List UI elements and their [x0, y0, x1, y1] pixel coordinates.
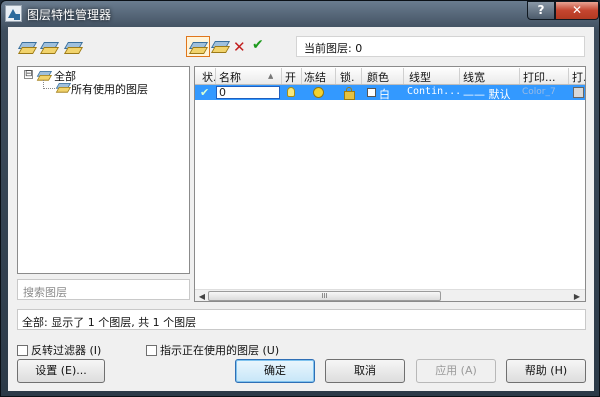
- new-layer-button[interactable]: [186, 36, 210, 57]
- dialog-client: ✕ ✔ 当前图层: 0 ⊟ 全部 所有使用的图层 搜索图层 状. 名称 ▲ 开 …: [8, 27, 594, 391]
- unlocked-icon[interactable]: [344, 87, 355, 100]
- col-color[interactable]: 颜色: [367, 69, 389, 85]
- current-layer-check-icon: ✔: [200, 86, 210, 99]
- apply-button[interactable]: 应用 (A): [416, 359, 496, 383]
- bulb-on-icon[interactable]: [287, 87, 295, 97]
- filter-tree[interactable]: ⊟ 全部 所有使用的图层: [17, 66, 190, 274]
- search-layers-input[interactable]: 搜索图层: [17, 279, 190, 300]
- title-bar[interactable]: 图层特性管理器 ? ✕: [1, 1, 600, 27]
- layer-plot-style: Color_7: [522, 87, 556, 97]
- close-button[interactable]: ✕: [555, 1, 599, 20]
- thawed-sun-icon[interactable]: [313, 87, 324, 98]
- col-linetype[interactable]: 线型: [409, 69, 431, 85]
- layer-grid[interactable]: 状. 名称 ▲ 开 冻结 锁. 颜色 线型 线宽 打印... 打. ✔ 0 白 …: [194, 66, 586, 302]
- help-title-button[interactable]: ?: [527, 1, 555, 20]
- col-lineweight[interactable]: 线宽: [463, 69, 485, 85]
- cancel-button[interactable]: 取消: [325, 359, 405, 383]
- indicate-used-checkbox[interactable]: [146, 345, 157, 356]
- invert-filter-label: 反转过滤器 (I): [31, 344, 102, 357]
- new-property-filter-icon[interactable]: [18, 39, 36, 55]
- tree-item-used-layers[interactable]: 所有使用的图层: [71, 81, 148, 97]
- tree-collapse-toggle[interactable]: ⊟: [24, 70, 33, 79]
- col-divider: [568, 68, 569, 84]
- col-divider: [361, 68, 362, 84]
- col-status[interactable]: 状.: [202, 69, 216, 85]
- new-group-filter-icon[interactable]: [40, 39, 58, 55]
- help-button[interactable]: 帮助 (H): [506, 359, 586, 383]
- layer-properties-window: 图层特性管理器 ? ✕ ✕ ✔ 当前图层: 0 ⊟ 全部 所有使用的图层 搜索图…: [0, 0, 600, 397]
- layer-row[interactable]: ✔ 0 白 Contin... —— 默认 Color_7: [195, 85, 585, 102]
- horizontal-scrollbar[interactable]: ◀ III ▶: [195, 289, 585, 301]
- new-layer-icon: [189, 39, 207, 55]
- layer-states-icon[interactable]: [64, 39, 82, 55]
- col-freeze[interactable]: 冻结: [304, 69, 326, 85]
- col-lock[interactable]: 锁.: [340, 69, 355, 85]
- col-divider: [459, 68, 460, 84]
- layer-linetype[interactable]: Contin...: [407, 86, 461, 97]
- invert-filter-option[interactable]: 反转过滤器 (I): [17, 342, 101, 358]
- current-layer-display: 当前图层: 0: [296, 36, 585, 57]
- new-layer-all-vp-frozen-icon[interactable]: [211, 38, 229, 54]
- ok-button[interactable]: 确定: [235, 359, 315, 383]
- printer-icon[interactable]: [573, 87, 584, 98]
- col-divider: [215, 68, 216, 84]
- scroll-right-icon[interactable]: ▶: [571, 291, 583, 301]
- color-swatch[interactable]: [367, 88, 376, 97]
- delete-layer-icon[interactable]: ✕: [233, 38, 246, 56]
- col-name[interactable]: 名称: [219, 69, 241, 85]
- status-bar: 全部: 显示了 1 个图层, 共 1 个图层: [17, 309, 586, 330]
- col-divider: [519, 68, 520, 84]
- settings-button[interactable]: 设置 (E)...: [17, 359, 105, 383]
- col-on[interactable]: 开: [285, 69, 296, 85]
- col-plot-style[interactable]: 打印...: [523, 69, 567, 85]
- layer-lineweight[interactable]: —— 默认: [463, 86, 511, 102]
- col-divider: [301, 68, 302, 84]
- scroll-left-icon[interactable]: ◀: [196, 291, 208, 301]
- layer-color-name[interactable]: 白: [379, 86, 390, 102]
- sort-arrow-icon: ▲: [268, 72, 274, 80]
- col-divider: [403, 68, 404, 84]
- used-layers-filter-icon: [56, 81, 70, 94]
- grid-header: 状. 名称 ▲ 开 冻结 锁. 颜色 线型 线宽 打印... 打.: [195, 67, 585, 85]
- app-icon: [5, 5, 22, 22]
- col-divider: [335, 68, 336, 84]
- window-title: 图层特性管理器: [27, 8, 112, 22]
- col-divider: [281, 68, 282, 84]
- indicate-used-label: 指示正在使用的图层 (U): [160, 344, 280, 357]
- invert-filter-checkbox[interactable]: [17, 345, 28, 356]
- col-plot[interactable]: 打.: [572, 69, 585, 85]
- layer-name-input[interactable]: 0: [216, 86, 280, 99]
- scroll-thumb[interactable]: III: [208, 291, 441, 301]
- set-current-icon[interactable]: ✔: [252, 37, 264, 53]
- indicate-used-option[interactable]: 指示正在使用的图层 (U): [146, 342, 279, 358]
- tree-connector: [43, 80, 55, 89]
